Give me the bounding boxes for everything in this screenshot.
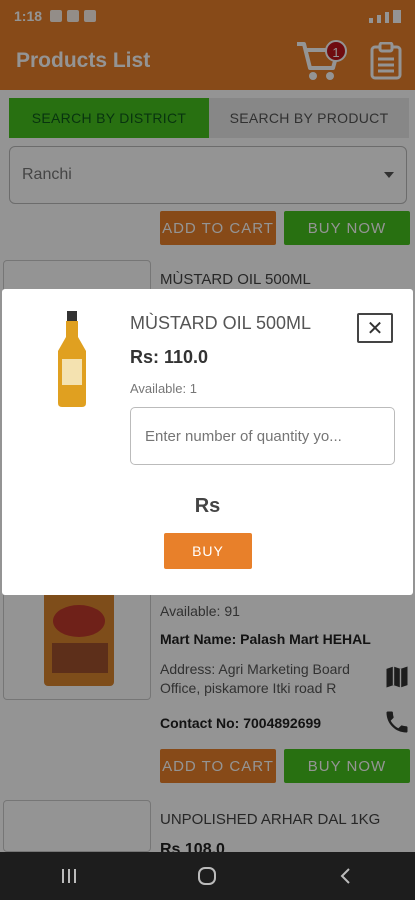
close-button[interactable]: ✕ bbox=[357, 313, 393, 343]
close-icon: ✕ bbox=[366, 317, 384, 340]
system-nav-bar bbox=[0, 852, 415, 900]
back-icon[interactable] bbox=[336, 866, 356, 886]
quantity-dialog: MÙSTARD OIL 500ML Rs: 110.0 Available: 1… bbox=[2, 289, 413, 595]
dialog-total: Rs bbox=[194, 495, 221, 517]
dialog-available: Available: 1 bbox=[130, 381, 197, 396]
buy-button[interactable]: BUY bbox=[164, 533, 252, 569]
mustard-oil-bottle-image bbox=[58, 311, 86, 407]
recent-apps-icon[interactable] bbox=[59, 867, 79, 885]
home-icon[interactable] bbox=[197, 866, 217, 886]
dialog-product-price: Rs: 110.0 bbox=[130, 347, 209, 367]
quantity-input[interactable] bbox=[130, 407, 395, 465]
dialog-product-name: MÙSTARD OIL 500ML bbox=[130, 313, 312, 333]
